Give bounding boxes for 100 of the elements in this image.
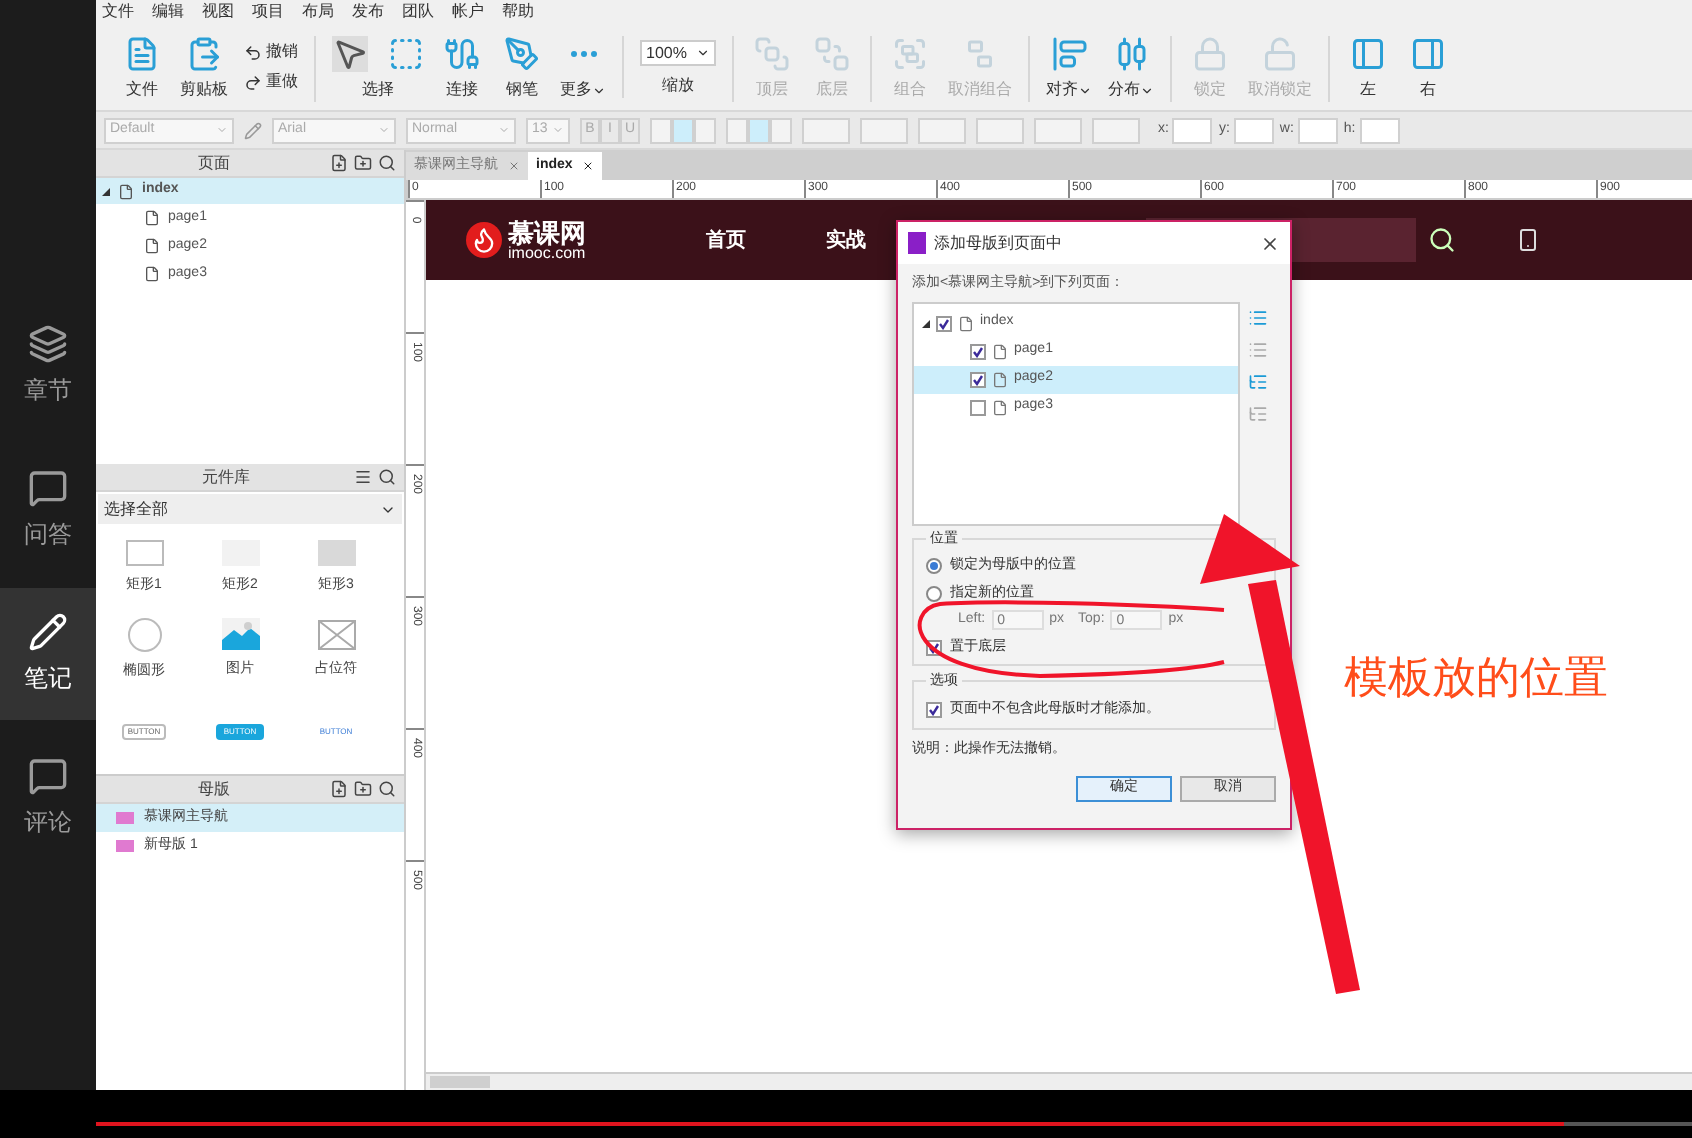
line-color-dropdown[interactable] — [918, 117, 966, 143]
distribute-icon — [1113, 36, 1149, 72]
connector-icon — [444, 36, 480, 72]
toolbar-button[interactable]: 文件 — [120, 36, 164, 102]
checkbox[interactable] — [970, 399, 986, 415]
undo-button[interactable]: 撤销 — [244, 40, 298, 64]
add-page-icon[interactable] — [330, 154, 348, 172]
phone-icon[interactable] — [1516, 226, 1540, 254]
ungroup-icon — [962, 36, 998, 72]
menu-item[interactable]: 团队 — [402, 0, 434, 24]
chat-icon — [28, 468, 68, 508]
toolbar-button[interactable]: 剪贴板 — [180, 36, 228, 102]
page-icon — [144, 238, 160, 254]
caret-icon — [216, 124, 228, 136]
caret-icon — [1140, 83, 1154, 97]
toolbar-button[interactable]: 对齐 — [1046, 36, 1092, 102]
checkbox[interactable] — [936, 315, 952, 331]
rectangle-preview — [125, 539, 163, 566]
caret-icon — [498, 124, 510, 136]
zoom-dropdown[interactable]: 100% — [640, 40, 716, 66]
dots-icon — [569, 50, 597, 58]
caret-icon — [696, 46, 710, 60]
caret-icon — [378, 124, 390, 136]
app-icon — [908, 232, 926, 254]
search-icon[interactable] — [378, 468, 396, 486]
sidebar-item[interactable]: 评论 — [0, 732, 96, 864]
layers-icon — [28, 324, 68, 364]
add-master-icon[interactable] — [330, 780, 348, 798]
menu-item[interactable]: 文件 — [102, 0, 134, 24]
comment-icon — [28, 756, 68, 796]
sidebar-item[interactable]: 问答 — [0, 444, 96, 576]
coordinate-field[interactable] — [1359, 117, 1400, 143]
menu-item[interactable]: 帮助 — [502, 0, 534, 24]
toolbar-button[interactable]: 钢笔 — [500, 36, 544, 102]
page-icon — [144, 210, 160, 226]
page-icon — [992, 371, 1008, 387]
nav-link[interactable]: 实战 — [826, 225, 866, 255]
panel-header: 页面 — [96, 150, 404, 178]
format-painter-icon — [244, 121, 262, 139]
coordinate-field[interactable] — [1297, 117, 1338, 143]
menu-item[interactable]: 布局 — [302, 0, 334, 24]
menu-item[interactable]: 项目 — [252, 0, 284, 24]
panel-header: 母版 — [96, 776, 404, 804]
check-all-icon[interactable] — [1248, 307, 1268, 327]
close-icon — [582, 160, 595, 172]
toolbar-button[interactable]: 分布 — [1108, 36, 1154, 102]
checkbox[interactable] — [970, 371, 986, 387]
redo-icon — [244, 73, 262, 91]
toolbar-button[interactable]: 更多 — [560, 36, 606, 102]
coordinate-field[interactable] — [1172, 117, 1213, 143]
nav-link[interactable]: 首页 — [706, 225, 746, 255]
library-dropdown[interactable]: 选择全部 — [98, 494, 402, 524]
undo-icon — [244, 43, 262, 61]
coordinate-field[interactable] — [1233, 117, 1274, 143]
checkbox[interactable] — [926, 701, 942, 718]
sidebar-item[interactable]: 章节 — [0, 300, 96, 432]
file-icon — [124, 36, 160, 72]
fill-color-dropdown[interactable] — [802, 117, 850, 143]
add-folder-icon[interactable] — [354, 780, 372, 798]
pointer-icon — [332, 36, 368, 72]
annotation-text: 模板放的位置 — [1344, 650, 1608, 706]
marquee-icon — [388, 36, 424, 72]
redo-button[interactable]: 重做 — [244, 70, 298, 94]
toolbar-button[interactable]: 左 — [1346, 36, 1390, 102]
uncheck-children-icon[interactable] — [1248, 403, 1268, 423]
image-icon — [221, 618, 259, 651]
dialog-title-bar: 添加母版到页面中 — [898, 222, 1290, 264]
menu-icon[interactable] — [354, 468, 372, 486]
pencil-icon — [28, 612, 68, 652]
pen-icon — [504, 36, 540, 72]
uncheck-all-icon[interactable] — [1248, 339, 1268, 359]
menu-item[interactable]: 帐户 — [452, 0, 484, 24]
bring-front-icon — [754, 36, 790, 72]
toolbar-button[interactable]: 右 — [1406, 36, 1450, 102]
menu-item[interactable]: 视图 — [202, 0, 234, 24]
panel-right-icon — [1410, 36, 1446, 72]
close-icon[interactable] — [1260, 233, 1280, 253]
search-icon[interactable] — [378, 154, 396, 172]
send-back-icon — [814, 36, 850, 72]
menu-item[interactable]: 发布 — [352, 0, 384, 24]
menu-item[interactable]: 编辑 — [152, 0, 184, 24]
placeholder-icon — [317, 619, 355, 650]
check-children-icon[interactable] — [1248, 371, 1268, 391]
select-button[interactable]: 选择 — [332, 36, 424, 102]
sidebar-item[interactable]: 笔记 — [0, 588, 96, 720]
caret-icon — [552, 124, 564, 136]
panel-left-icon — [1350, 36, 1386, 72]
search-icon[interactable] — [378, 780, 396, 798]
checkbox[interactable] — [970, 343, 986, 359]
add-folder-icon[interactable] — [354, 154, 372, 172]
check-icon — [928, 641, 940, 654]
close-icon — [508, 160, 520, 172]
toolbar-button[interactable]: 连接 — [440, 36, 484, 102]
page-icon — [958, 315, 974, 331]
page-icon — [144, 266, 160, 282]
group-icon — [892, 36, 928, 72]
check-icon — [972, 345, 984, 357]
rectangle-preview — [317, 539, 355, 566]
search-icon[interactable] — [1428, 226, 1456, 254]
page-icon — [118, 183, 134, 199]
